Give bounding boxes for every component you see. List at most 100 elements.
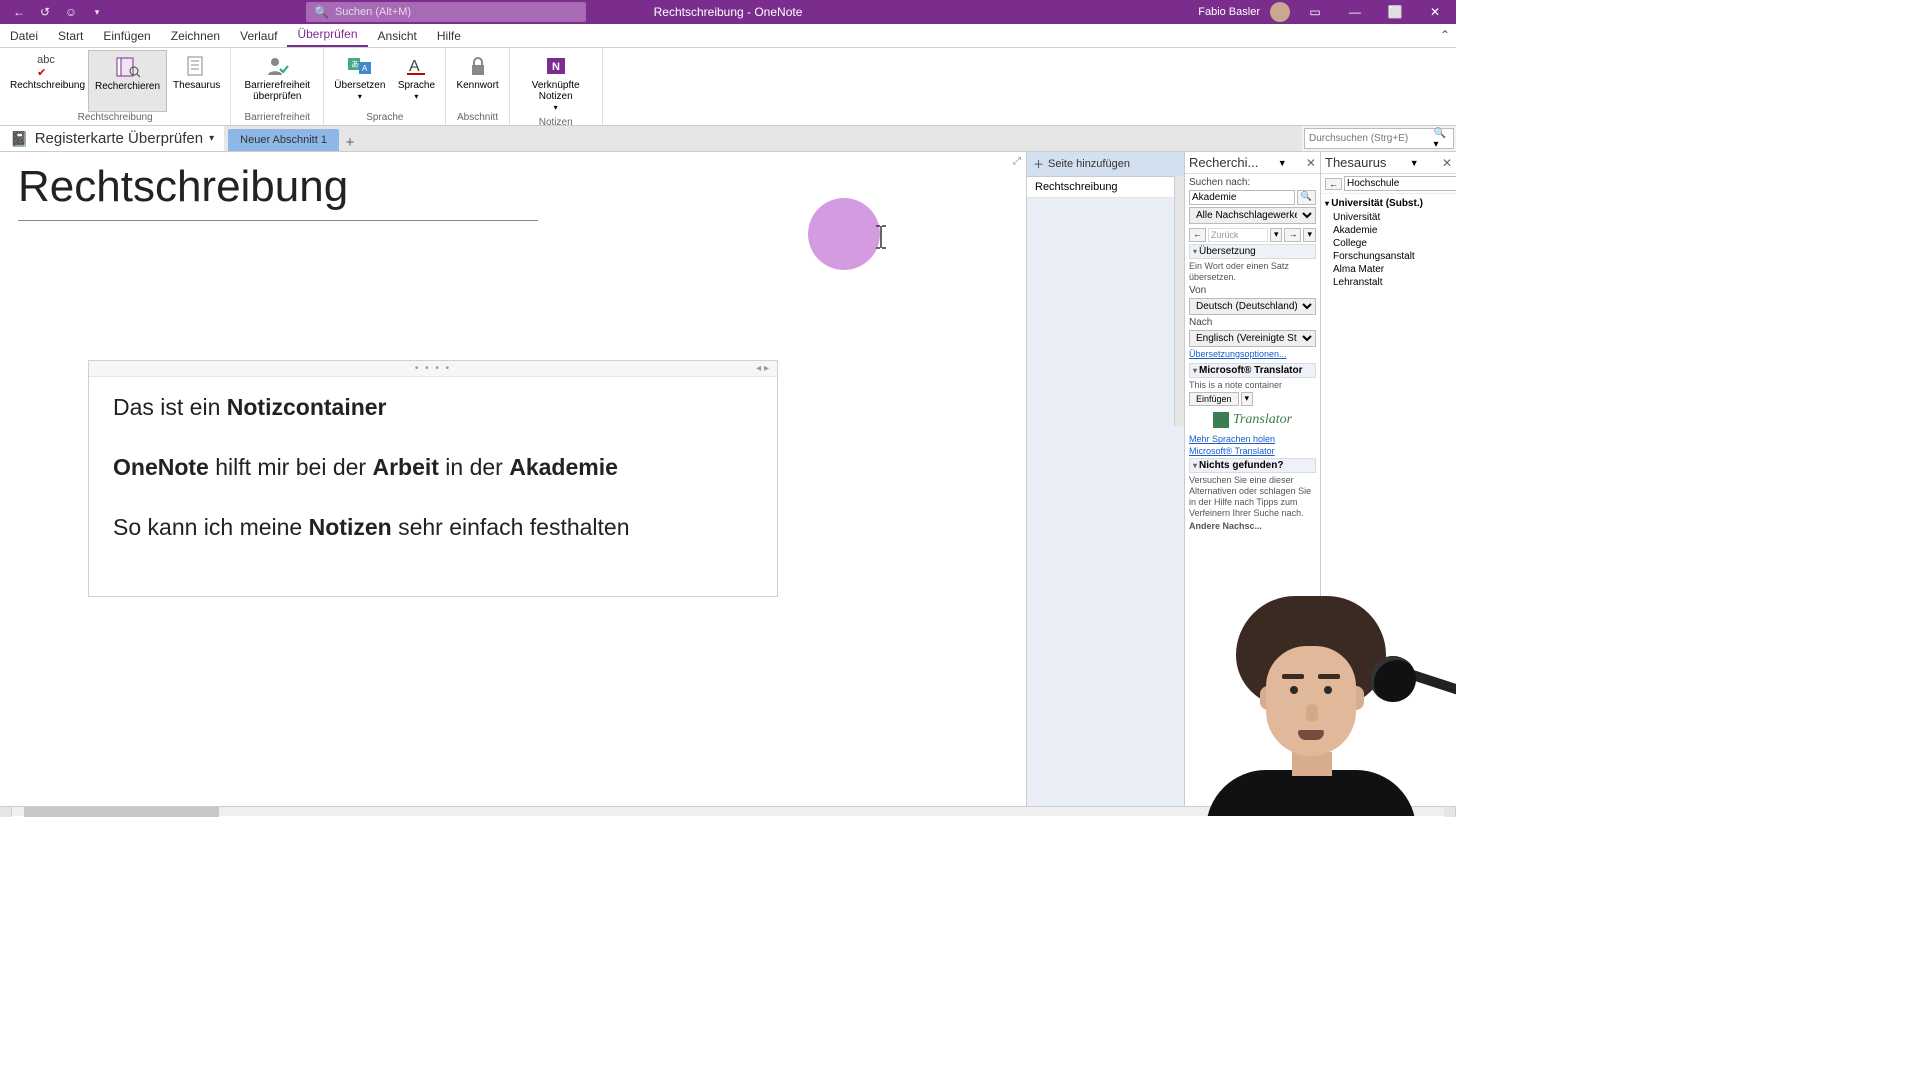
- global-search[interactable]: 🔍: [306, 2, 586, 22]
- book-list-icon: [183, 54, 211, 78]
- from-label: Von: [1189, 285, 1316, 296]
- touch-icon[interactable]: ☺: [62, 3, 80, 21]
- tab-zeichnen[interactable]: Zeichnen: [161, 25, 230, 47]
- scroll-left-icon[interactable]: [0, 807, 12, 817]
- close-icon[interactable]: ✕: [1306, 156, 1316, 170]
- add-section-button[interactable]: +: [339, 134, 361, 151]
- tab-hilfe[interactable]: Hilfe: [427, 25, 471, 47]
- maximize-icon[interactable]: ⬜: [1380, 0, 1410, 24]
- translator-section-header[interactable]: Microsoft® Translator: [1189, 363, 1316, 378]
- scroll-thumb[interactable]: [24, 807, 219, 817]
- page-search[interactable]: 🔍▾: [1304, 128, 1454, 149]
- translation-section-header[interactable]: Übersetzung: [1189, 244, 1316, 259]
- note-text-bold[interactable]: Notizen: [309, 514, 392, 540]
- notebook-dropdown[interactable]: 📓 Registerkarte Überprüfen ▾: [0, 126, 224, 151]
- tab-einfuegen[interactable]: Einfügen: [93, 25, 160, 47]
- note-canvas[interactable]: Rechtschreibung • • • • ◂ ▸ Das ist ein …: [0, 152, 1026, 806]
- pane-dropdown-icon[interactable]: ▼: [1410, 158, 1419, 168]
- thesaurus-term-input[interactable]: [1344, 176, 1456, 191]
- purple-circle-shape[interactable]: [808, 198, 880, 270]
- qat-dropdown-icon[interactable]: ▾: [88, 3, 106, 21]
- from-lang-select[interactable]: Deutsch (Deutschland): [1189, 298, 1316, 315]
- note-text-bold[interactable]: Arbeit: [372, 454, 438, 480]
- tab-start[interactable]: Start: [48, 25, 93, 47]
- search-icon: 🔍: [314, 5, 329, 19]
- ribbon-kennwort[interactable]: Kennwort: [450, 50, 504, 112]
- to-label: Nach: [1189, 317, 1316, 328]
- search-for-label: Suchen nach:: [1189, 177, 1316, 188]
- ribbon-verkn-pfte-notizen[interactable]: NVerknüpfte Notizen▾: [514, 50, 598, 117]
- thesaurus-item[interactable]: Akademie: [1325, 224, 1452, 237]
- forward-arrow-icon[interactable]: →: [1284, 228, 1301, 242]
- note-text-bold[interactable]: Akademie: [509, 454, 618, 480]
- thesaurus-back-icon[interactable]: ←: [1325, 178, 1342, 190]
- page-pane-scrollbar[interactable]: [1174, 176, 1184, 426]
- window-title: Rechtschreibung - OneNote: [654, 5, 803, 19]
- note-text-bold[interactable]: Notizcontainer: [227, 394, 387, 420]
- ribbon-sprache[interactable]: ASprache▾: [391, 50, 441, 112]
- undo-icon[interactable]: ↺: [36, 3, 54, 21]
- ribbon-barrierefreiheit-berpr-fen[interactable]: Barrierefreiheit überprüfen: [235, 50, 319, 112]
- forward-dropdown-icon[interactable]: ▾: [1303, 228, 1316, 242]
- user-name[interactable]: Fabio Basler: [1198, 6, 1260, 18]
- add-page-button[interactable]: ＋ Seite hinzufügen: [1027, 152, 1184, 177]
- thesaurus-category[interactable]: Universität (Subst.): [1325, 196, 1452, 211]
- pane-dropdown-icon[interactable]: ▼: [1278, 158, 1287, 168]
- thesaurus-item[interactable]: Alma Mater: [1325, 263, 1452, 276]
- text-cursor-icon: [874, 224, 888, 250]
- search-icon: 🔍▾: [1433, 128, 1449, 150]
- avatar[interactable]: [1270, 2, 1290, 22]
- notebook-icon: 📓: [10, 130, 29, 148]
- note-text[interactable]: in der: [439, 454, 509, 480]
- tab-ansicht[interactable]: Ansicht: [368, 25, 427, 47]
- more-langs-link[interactable]: Mehr Sprachen holen: [1189, 434, 1316, 444]
- insert-dropdown-icon[interactable]: ▾: [1241, 392, 1254, 406]
- research-search-input[interactable]: [1189, 190, 1295, 205]
- research-source-select[interactable]: Alle Nachschlagewerke: [1189, 207, 1316, 224]
- note-text-bold[interactable]: OneNote: [113, 454, 209, 480]
- back-icon[interactable]: ←: [10, 3, 28, 21]
- to-lang-select[interactable]: Englisch (Vereinigte Sta: [1189, 330, 1316, 347]
- tab-datei[interactable]: Datei: [0, 25, 48, 47]
- page-search-input[interactable]: [1309, 133, 1433, 144]
- note-container[interactable]: • • • • ◂ ▸ Das ist ein Notizcontainer O…: [88, 360, 778, 597]
- insert-button[interactable]: Einfügen: [1189, 392, 1239, 406]
- note-text[interactable]: So kann ich meine: [113, 514, 309, 540]
- thesaurus-item[interactable]: Universität: [1325, 211, 1452, 224]
- page-list-item[interactable]: Rechtschreibung: [1027, 177, 1184, 198]
- thesaurus-item[interactable]: Lehranstalt: [1325, 276, 1452, 289]
- note-body[interactable]: Das ist ein Notizcontainer OneNote hilft…: [89, 377, 777, 596]
- not-found-section-header[interactable]: Nichts gefunden?: [1189, 458, 1316, 473]
- ribbon-collapse-icon[interactable]: ⌃: [1440, 28, 1450, 42]
- expand-pane-icon[interactable]: ⤢: [1013, 156, 1021, 167]
- thesaurus-item[interactable]: College: [1325, 237, 1452, 250]
- page-title[interactable]: Rechtschreibung: [18, 162, 538, 221]
- note-text[interactable]: Das ist ein: [113, 394, 227, 420]
- note-container-handle[interactable]: • • • • ◂ ▸: [89, 361, 777, 377]
- ribbon--bersetzen[interactable]: あAÜbersetzen▾: [328, 50, 391, 112]
- back-arrow-icon[interactable]: ←: [1189, 228, 1206, 242]
- global-search-input[interactable]: [335, 6, 578, 18]
- window-mode-icon[interactable]: ▭: [1300, 0, 1330, 24]
- svg-text:A: A: [362, 64, 368, 73]
- research-go-button[interactable]: 🔍: [1297, 190, 1316, 205]
- tab-verlauf[interactable]: Verlauf: [230, 25, 287, 47]
- close-icon[interactable]: ✕: [1442, 156, 1452, 170]
- note-text[interactable]: hilft mir bei der: [209, 454, 373, 480]
- note-text[interactable]: sehr einfach festhalten: [392, 514, 630, 540]
- section-tab[interactable]: Neuer Abschnitt 1: [228, 129, 339, 151]
- translation-options-link[interactable]: Übersetzungsoptionen...: [1189, 349, 1316, 359]
- lock-icon: [464, 54, 492, 78]
- close-icon[interactable]: ✕: [1420, 0, 1450, 24]
- plus-icon: ＋: [1033, 156, 1044, 172]
- ribbon-thesaurus[interactable]: Thesaurus: [167, 50, 226, 112]
- resize-arrows-icon[interactable]: ◂ ▸: [756, 363, 769, 374]
- thesaurus-item[interactable]: Forschungsanstalt: [1325, 250, 1452, 263]
- ms-translator-link[interactable]: Microsoft® Translator: [1189, 446, 1316, 456]
- back-dropdown-icon[interactable]: ▾: [1270, 228, 1283, 242]
- ribbon-rechtschreibung[interactable]: abc✔Rechtschreibung: [4, 50, 88, 112]
- tab-ueberpruefen[interactable]: Überprüfen: [287, 23, 367, 47]
- research-pane-title: Recherchi...: [1189, 155, 1258, 170]
- ribbon-recherchieren[interactable]: Recherchieren: [88, 50, 167, 112]
- minimize-icon[interactable]: —: [1340, 0, 1370, 24]
